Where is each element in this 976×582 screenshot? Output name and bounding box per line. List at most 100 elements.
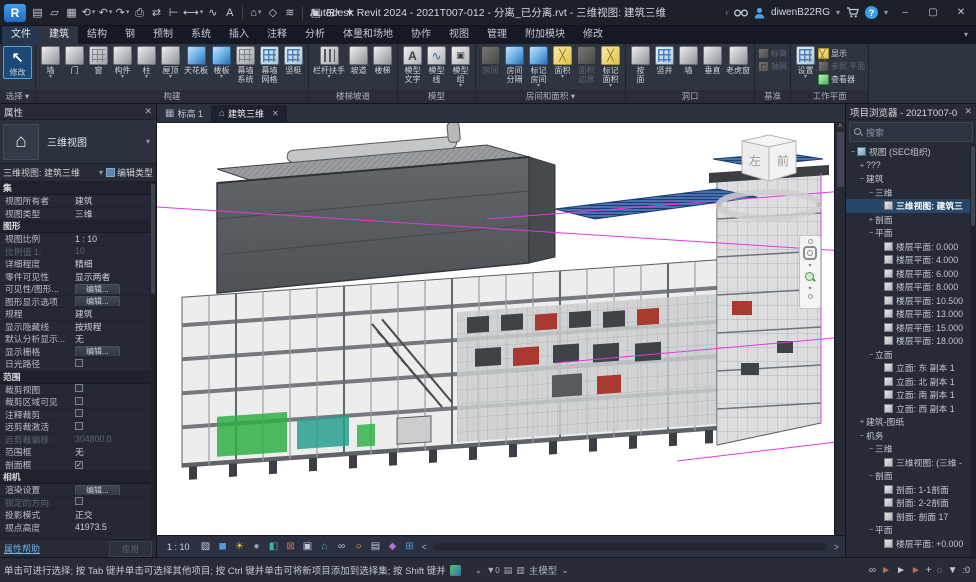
property-group-集[interactable]: 集: [0, 182, 156, 195]
active-workset-icon[interactable]: ▥: [516, 565, 525, 576]
level-button[interactable]: 标高: [758, 48, 787, 59]
property-value[interactable]: 编辑...: [73, 284, 156, 294]
scrollbar-thumb[interactable]: [837, 132, 844, 187]
property-value[interactable]: [73, 384, 156, 394]
tree-item[interactable]: −平面: [846, 523, 976, 537]
user-menu-chevron-icon[interactable]: ▾: [836, 8, 840, 17]
window-button[interactable]: 窗: [87, 46, 110, 75]
room-button[interactable]: 房间: [479, 46, 502, 75]
tree-item[interactable]: 剖面: 1-1剖面: [846, 483, 976, 497]
tree-item[interactable]: −建筑: [846, 172, 976, 186]
render-dialog-icon[interactable]: ◧: [267, 539, 281, 554]
displaced-elements-icon[interactable]: ◆: [386, 539, 400, 554]
checkbox[interactable]: [75, 384, 83, 392]
view-tab-level1[interactable]: ▦ 标高 1: [157, 105, 211, 122]
ribbon-tab-系统[interactable]: 系统: [182, 26, 220, 44]
property-value[interactable]: 建筑: [73, 307, 156, 320]
tag-area-button[interactable]: 标记 面积▾: [599, 46, 622, 89]
set-work-plane-button[interactable]: 设置▾: [794, 46, 817, 80]
default-3d-view-icon[interactable]: ⌂▾: [248, 5, 263, 21]
area-button[interactable]: 面积▾: [551, 46, 574, 80]
ribbon-tab-修改[interactable]: 修改: [574, 26, 612, 44]
browser-close-icon[interactable]: ✕: [964, 106, 972, 117]
tree-expander[interactable]: −: [867, 350, 875, 359]
tree-item[interactable]: −三维: [846, 442, 976, 456]
redo-icon[interactable]: ↷▾: [115, 5, 130, 21]
select-elements-icon[interactable]: ►: [896, 565, 906, 576]
tree-item[interactable]: 楼层平面: 13.000: [846, 307, 976, 321]
component-button[interactable]: 构件▾: [111, 46, 134, 80]
vertical-opening-button[interactable]: 垂直: [701, 46, 724, 75]
property-value[interactable]: 精细: [73, 257, 156, 270]
reveal-hidden-icon[interactable]: ○: [352, 539, 366, 554]
text-icon[interactable]: A: [222, 5, 237, 21]
spline-icon[interactable]: ∿: [205, 5, 220, 21]
tree-item[interactable]: +建筑-图纸: [846, 415, 976, 429]
browser-scrollbar[interactable]: [970, 144, 976, 557]
tree-expander[interactable]: +: [867, 215, 875, 224]
tree-item[interactable]: 立面: 北 副本 1: [846, 375, 976, 389]
property-value[interactable]: 按规程: [73, 320, 156, 333]
drawing-canvas[interactable]: 左 前 ▾ ▾ ˄: [157, 123, 845, 535]
property-value[interactable]: [73, 422, 156, 432]
snaps-icon[interactable]: ◌: [937, 565, 943, 576]
tree-item[interactable]: 楼层平面: 4.000: [846, 253, 976, 267]
tree-item[interactable]: −立面: [846, 348, 976, 362]
help-menu-chevron-icon[interactable]: ▾: [884, 8, 888, 17]
undo-icon[interactable]: ↶▾: [98, 5, 113, 21]
apply-button[interactable]: 应用: [109, 541, 152, 557]
ribbon-tab-预制[interactable]: 预制: [144, 26, 182, 44]
revit-logo-icon[interactable]: R: [4, 4, 26, 22]
tree-item[interactable]: 楼层平面: +0.000: [846, 537, 976, 551]
curtain-grid-button[interactable]: 幕墙 网格: [258, 46, 281, 84]
close-button[interactable]: ✕: [950, 3, 972, 23]
navbar-chevron-icon[interactable]: ▾: [808, 262, 811, 269]
thin-lines-icon[interactable]: ≋: [282, 5, 297, 21]
floor-button[interactable]: 楼板▾: [210, 46, 233, 80]
detail-level-icon[interactable]: ▨: [199, 539, 213, 554]
property-value[interactable]: [73, 409, 156, 419]
tree-item[interactable]: 楼层平面: 18.000: [846, 334, 976, 348]
property-value[interactable]: 41973.5: [73, 522, 156, 532]
tree-item[interactable]: 剖面: 剖面 17: [846, 510, 976, 524]
property-value[interactable]: [73, 397, 156, 407]
tree-item[interactable]: 立面: 南 副本 1: [846, 388, 976, 402]
tree-item[interactable]: 楼层平面: 15.000: [846, 321, 976, 335]
crop-region-icon[interactable]: ▣: [301, 539, 315, 554]
wall-opening-button[interactable]: 墙: [677, 46, 700, 75]
property-value[interactable]: 1 : 10: [73, 234, 156, 244]
tree-expander[interactable]: −: [867, 188, 875, 197]
constraints-icon[interactable]: ⊞: [403, 539, 417, 554]
view-scale-button[interactable]: 1 : 10: [161, 541, 196, 553]
tree-item[interactable]: −机务: [846, 429, 976, 443]
drag-elements-icon[interactable]: +: [926, 565, 932, 576]
opening-by-face-button[interactable]: 按 面: [629, 46, 652, 84]
search-help-icon[interactable]: [734, 8, 748, 18]
tree-expander[interactable]: −: [867, 525, 875, 534]
open-icon[interactable]: ▱: [47, 5, 62, 21]
tree-expander[interactable]: +: [858, 161, 866, 170]
curtain-system-button[interactable]: 幕墙 系统: [234, 46, 257, 84]
crop-view-icon[interactable]: ⊠: [284, 539, 298, 554]
tree-item[interactable]: 楼层平面: 10.500: [846, 294, 976, 308]
edit-button[interactable]: 编辑...: [75, 346, 120, 356]
property-value[interactable]: [73, 359, 156, 369]
navbar-close-icon[interactable]: [808, 239, 813, 244]
properties-scrollbar[interactable]: [150, 182, 156, 539]
ribbon-tab-分析[interactable]: 分析: [296, 26, 334, 44]
instance-selector[interactable]: 三维视图: 建筑三维 ▾: [3, 166, 103, 179]
tree-item[interactable]: 三维视图: 建筑三: [846, 199, 976, 213]
sun-path-icon[interactable]: ☀: [233, 539, 247, 554]
temporary-hide-isolate-icon[interactable]: ∞: [335, 539, 349, 554]
tree-item[interactable]: 楼层平面: 0.000: [846, 240, 976, 254]
edit-type-button[interactable]: 编辑类型: [106, 166, 153, 179]
temporary-view-properties-icon[interactable]: ▤: [369, 539, 383, 554]
select-pinned-icon[interactable]: ►: [911, 565, 921, 576]
property-value[interactable]: 编辑...: [73, 485, 156, 495]
property-group-图形[interactable]: 图形: [0, 220, 156, 233]
store-cart-icon[interactable]: [846, 7, 859, 18]
tree-expander[interactable]: −: [858, 431, 866, 440]
area-boundary-button[interactable]: 面积 边界: [575, 46, 598, 84]
viewbar-collapse-icon[interactable]: <: [422, 542, 427, 552]
ribbon-tab-注释[interactable]: 注释: [258, 26, 296, 44]
